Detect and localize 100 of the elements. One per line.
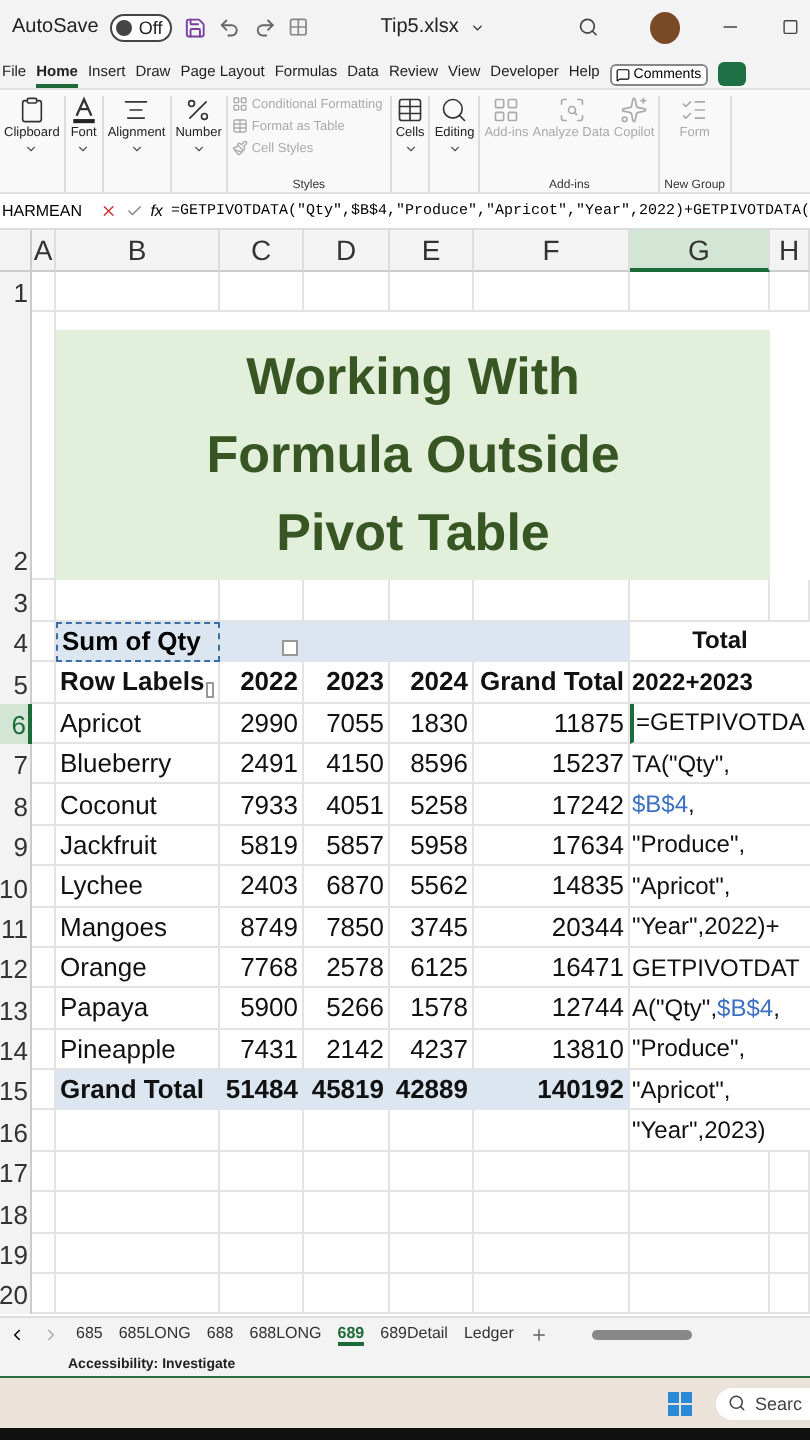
- table-icon: [396, 96, 425, 124]
- table-cell: Papaya: [56, 988, 220, 1030]
- sheet-tab[interactable]: 685LONG: [118, 1324, 191, 1346]
- cancel-icon[interactable]: [99, 202, 118, 220]
- table-cell: 7850: [304, 907, 390, 948]
- maximize-icon[interactable]: [781, 18, 798, 36]
- table-cell: Grand Total: [474, 662, 630, 704]
- table-cell: GETPIVOTDAT: [630, 947, 810, 989]
- row-header[interactable]: 18: [0, 1192, 32, 1234]
- column-header[interactable]: E: [390, 230, 474, 272]
- table-cell: [32, 988, 56, 1030]
- table-cell: 17242: [474, 784, 630, 826]
- table-cell: [390, 272, 474, 313]
- table-cell: "Apricot",: [630, 1070, 810, 1111]
- table-cell: [304, 1233, 390, 1275]
- table-cell: Blueberry: [56, 743, 220, 785]
- undo-icon[interactable]: [218, 15, 242, 39]
- autosave-toggle[interactable]: Off: [110, 13, 173, 41]
- table-cell: 4150: [304, 743, 390, 785]
- row-header[interactable]: 19: [0, 1233, 32, 1275]
- column-header[interactable]: C: [220, 230, 304, 272]
- table-cell: 1830: [390, 703, 474, 744]
- save-icon[interactable]: [184, 15, 207, 39]
- table-cell: Apricot: [56, 703, 220, 744]
- table-cell: [304, 272, 390, 313]
- scrollbar-thumb[interactable]: [591, 1330, 692, 1340]
- row-header[interactable]: 9: [0, 825, 32, 867]
- row-header[interactable]: 6: [0, 703, 32, 744]
- column-header[interactable]: A: [32, 230, 56, 272]
- redo-icon[interactable]: [253, 15, 276, 39]
- name-box[interactable]: HARMEAN: [0, 202, 92, 220]
- table-cell: [32, 1192, 56, 1234]
- table-cell: [32, 1233, 56, 1275]
- row-header[interactable]: 5: [0, 662, 32, 704]
- table-cell: "Apricot",: [630, 866, 810, 908]
- column-header[interactable]: G: [630, 230, 770, 272]
- search-icon[interactable]: [577, 16, 599, 38]
- file-name[interactable]: Tip5.xlsx: [380, 16, 459, 38]
- table-cell: 5258: [390, 784, 474, 826]
- row-header[interactable]: 17: [0, 1151, 32, 1193]
- sheet-tab[interactable]: 688LONG: [249, 1324, 322, 1346]
- add-sheet-icon[interactable]: [529, 1326, 548, 1344]
- row-header[interactable]: 1: [0, 272, 32, 313]
- share-button[interactable]: [717, 62, 746, 86]
- table-cell: Lychee: [56, 866, 220, 908]
- row-header[interactable]: 2: [0, 312, 32, 581]
- table-cell[interactable]: Sum of Qty: [56, 621, 220, 663]
- row-header[interactable]: 3: [0, 580, 32, 622]
- row-header[interactable]: 14: [0, 1029, 32, 1071]
- enter-icon[interactable]: [125, 202, 143, 220]
- table-cell: [220, 1110, 304, 1152]
- sheet-tab[interactable]: 688: [206, 1324, 234, 1346]
- title-text: Pivot Table: [276, 500, 550, 567]
- table-cell: 6870: [304, 866, 390, 908]
- column-header[interactable]: F: [474, 230, 630, 272]
- row-header[interactable]: 7: [0, 743, 32, 785]
- table-cell: [390, 1110, 474, 1152]
- search-icon: [440, 96, 469, 124]
- row-header[interactable]: 11: [0, 907, 32, 948]
- row-header[interactable]: 8: [0, 784, 32, 826]
- table-cell: [220, 1192, 304, 1234]
- table-cell: Row Labels: [56, 662, 220, 704]
- column-header[interactable]: B: [56, 230, 220, 272]
- caret-icon: [24, 142, 39, 156]
- table-cell: [32, 272, 56, 313]
- table-cell: 14835: [474, 866, 630, 908]
- row-header[interactable]: 4: [0, 621, 32, 663]
- table-cell: 5958: [390, 825, 474, 867]
- function-button[interactable]: fx: [150, 202, 163, 220]
- table-cell: "Year",2023): [630, 1110, 810, 1152]
- sheet-tab[interactable]: 689: [337, 1324, 365, 1346]
- filter-dropdown[interactable]: [282, 640, 298, 657]
- sheet-tab[interactable]: Ledger: [463, 1324, 514, 1346]
- table-cell: 2990: [220, 703, 304, 744]
- column-header[interactable]: H: [770, 230, 810, 272]
- row-header[interactable]: 16: [0, 1110, 32, 1152]
- row-header[interactable]: 10: [0, 866, 32, 908]
- grid-icon[interactable]: [287, 16, 309, 38]
- table-cell: [32, 1029, 56, 1071]
- caret-icon: [447, 142, 462, 156]
- table-cell: TA("Qty",: [630, 743, 810, 785]
- table-cell: 17634: [474, 825, 630, 867]
- sheet-tab[interactable]: 689Detail: [380, 1324, 448, 1346]
- caret-icon: [129, 142, 144, 156]
- row-header[interactable]: 12: [0, 947, 32, 989]
- row-header[interactable]: 13: [0, 988, 32, 1030]
- windows-logo-icon[interactable]: [668, 1391, 693, 1415]
- row-header[interactable]: 20: [0, 1274, 32, 1315]
- taskbar-search[interactable]: Searc: [716, 1387, 810, 1419]
- row-header[interactable]: 15: [0, 1070, 32, 1111]
- table-cell: [770, 1192, 810, 1234]
- table-cell: 5266: [304, 988, 390, 1030]
- form-icon: [680, 96, 709, 124]
- table-cell: 5562: [390, 866, 474, 908]
- previous-sheet-icon[interactable]: [8, 1326, 26, 1344]
- table-cell: Jackfruit: [56, 825, 220, 867]
- table-cell: 5900: [220, 988, 304, 1030]
- sheet-tab[interactable]: 685: [76, 1324, 103, 1346]
- filter-dropdown[interactable]: [206, 681, 214, 698]
- column-header[interactable]: D: [304, 230, 390, 272]
